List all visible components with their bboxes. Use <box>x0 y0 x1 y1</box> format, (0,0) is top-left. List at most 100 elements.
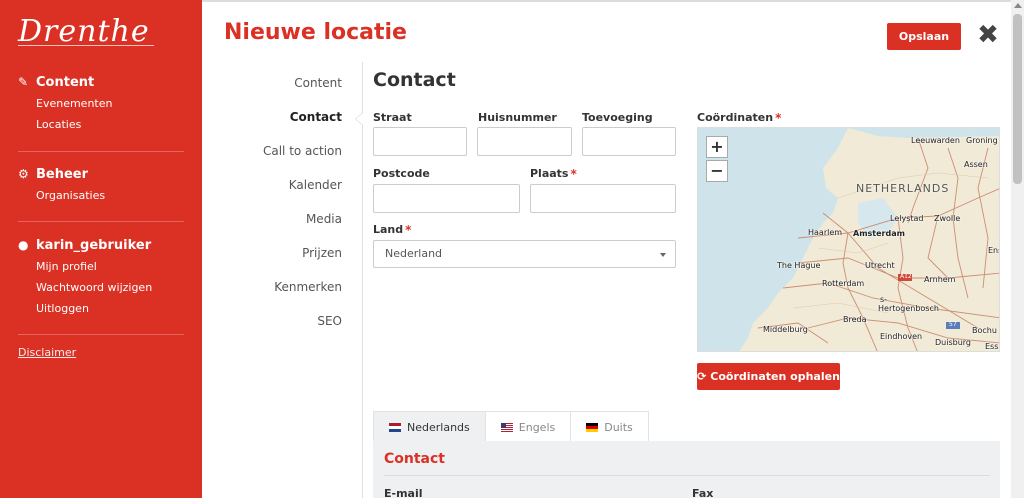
coordinates-label: Coördinaten * <box>697 111 781 125</box>
road-label: A12 <box>900 273 912 280</box>
map-place: Rotterdam <box>822 279 865 288</box>
required-marker: * <box>775 111 782 125</box>
postcode-input[interactable] <box>373 184 520 213</box>
sidebar: Drenthe ✎ Content Evenementen Locaties ⚙… <box>0 0 202 498</box>
map-place: Breda <box>843 315 867 324</box>
us-flag-icon <box>500 422 513 432</box>
huisnummer-label: Huisnummer <box>478 111 557 124</box>
huisnummer-input[interactable] <box>477 127 572 156</box>
required-marker: * <box>405 223 412 237</box>
straat-label: Straat <box>373 111 412 124</box>
edit-icon: ✎ <box>18 75 29 89</box>
road-label: 57 <box>949 321 957 328</box>
zoom-out-button[interactable]: − <box>706 160 728 182</box>
disclaimer-link[interactable]: Disclaimer <box>18 346 76 359</box>
page-title: Nieuwe locatie <box>224 20 407 45</box>
panel-divider <box>384 475 990 476</box>
tab-label: Nederlands <box>407 420 470 434</box>
nav-group-user: ● karin_gebruiker Mijn profiel Wachtwoor… <box>18 236 152 317</box>
scrollbar-thumb[interactable] <box>1013 14 1022 184</box>
map-place: Bochu <box>972 326 997 335</box>
toevoeging-input[interactable] <box>582 127 676 156</box>
sidebar-separator <box>18 151 184 152</box>
tab-nederlands[interactable]: Nederlands <box>373 411 486 442</box>
nav-head-label: Beheer <box>36 166 89 182</box>
sidebar-separator <box>18 221 184 222</box>
de-flag-icon <box>586 422 599 432</box>
sidebar-item-uitloggen[interactable]: Uitloggen <box>36 300 152 317</box>
map-place: Middelburg <box>763 325 808 334</box>
section-nav-contact[interactable]: Contact <box>220 108 342 142</box>
section-nav-call-to-action[interactable]: Call to action <box>220 142 342 176</box>
get-coordinates-button[interactable]: ⟳ Coördinaten ophalen <box>697 363 840 390</box>
map-place: Arnhem <box>924 275 956 284</box>
top-border <box>202 0 1011 2</box>
page-scrollbar[interactable] <box>1011 0 1024 498</box>
map-place: Ess <box>985 342 999 351</box>
land-label-text: Land <box>373 223 404 236</box>
email-label: E-mail <box>384 487 423 498</box>
map-place: Leeuwarden <box>911 136 960 145</box>
section-nav-content[interactable]: Content <box>220 74 342 108</box>
coordinates-label-text: Coördinaten <box>697 111 774 124</box>
map-place: Hertogenbosch <box>878 304 939 313</box>
logo-underline <box>18 45 154 46</box>
nav-head-label: karin_gebruiker <box>36 237 152 253</box>
drenthe-logo[interactable]: Drenthe <box>18 14 150 49</box>
active-section-pointer-inner <box>356 113 363 125</box>
sidebar-item-mijn-profiel[interactable]: Mijn profiel <box>36 258 152 275</box>
sidebar-item-wachtwoord-wijzigen[interactable]: Wachtwoord wijzigen <box>36 279 152 296</box>
land-label: Land * <box>373 223 411 237</box>
get-coordinates-label: Coördinaten ophalen <box>710 370 840 383</box>
fax-label: Fax <box>692 487 714 498</box>
map-place: Utrecht <box>865 261 895 270</box>
language-tabs: Nederlands Engels Duits <box>373 411 649 442</box>
tab-engels[interactable]: Engels <box>484 411 572 442</box>
sidebar-item-evenementen[interactable]: Evenementen <box>36 95 112 112</box>
language-tab-panel: Contact E-mail Fax <box>373 441 1000 498</box>
tab-duits[interactable]: Duits <box>570 411 649 442</box>
nav-group-beheer: ⚙ Beheer Organisaties <box>18 165 105 204</box>
section-nav-prijzen[interactable]: Prijzen <box>220 244 342 278</box>
gears-icon: ⚙ <box>18 167 29 181</box>
map-place: Zwolle <box>934 214 961 223</box>
sidebar-item-organisaties[interactable]: Organisaties <box>36 187 105 204</box>
plaats-label-text: Plaats <box>530 167 569 180</box>
required-marker: * <box>570 167 577 181</box>
zoom-in-button[interactable]: + <box>706 136 728 158</box>
plaats-input[interactable] <box>530 184 676 213</box>
tab-label: Engels <box>518 420 556 434</box>
nav-head-beheer[interactable]: ⚙ Beheer <box>18 165 105 183</box>
section-nav-media[interactable]: Media <box>220 210 342 244</box>
tab-label: Duits <box>604 420 633 434</box>
coordinates-map[interactable]: NETHERLANDS Leeuwarden Groning Assen Lel… <box>697 127 1000 352</box>
section-nav-kalender[interactable]: Kalender <box>220 176 342 210</box>
save-button[interactable]: Opslaan <box>887 23 961 50</box>
nav-head-user[interactable]: ● karin_gebruiker <box>18 236 152 254</box>
nav-head-content[interactable]: ✎ Content <box>18 73 112 91</box>
sidebar-separator <box>18 334 184 335</box>
map-place: Ens <box>988 246 999 255</box>
map-place: Groning <box>966 136 998 145</box>
map-place: Haarlem <box>808 228 843 237</box>
section-nav-kenmerken[interactable]: Kenmerken <box>220 278 342 312</box>
chevron-down-icon <box>660 253 666 257</box>
straat-input[interactable] <box>373 127 467 156</box>
map-country-label: NETHERLANDS <box>856 182 950 195</box>
refresh-icon: ⟳ <box>697 370 707 383</box>
sidebar-item-locaties[interactable]: Locaties <box>36 116 112 133</box>
user-circle-icon: ● <box>18 238 29 252</box>
panel-title: Contact <box>384 451 445 467</box>
section-divider <box>362 62 363 498</box>
nl-flag-icon <box>389 422 401 432</box>
map-place: Duisburg <box>935 338 971 347</box>
land-select[interactable]: Nederland <box>373 240 676 268</box>
close-icon[interactable]: ✖ <box>976 22 1000 48</box>
section-nav-seo[interactable]: SEO <box>220 312 342 346</box>
land-select-value: Nederland <box>385 247 443 260</box>
postcode-label: Postcode <box>373 167 430 180</box>
scroll-up-arrow-icon[interactable] <box>1014 3 1022 8</box>
map-place: Lelystad <box>890 214 924 223</box>
plaats-label: Plaats * <box>530 167 577 181</box>
map-place: Assen <box>964 160 988 169</box>
